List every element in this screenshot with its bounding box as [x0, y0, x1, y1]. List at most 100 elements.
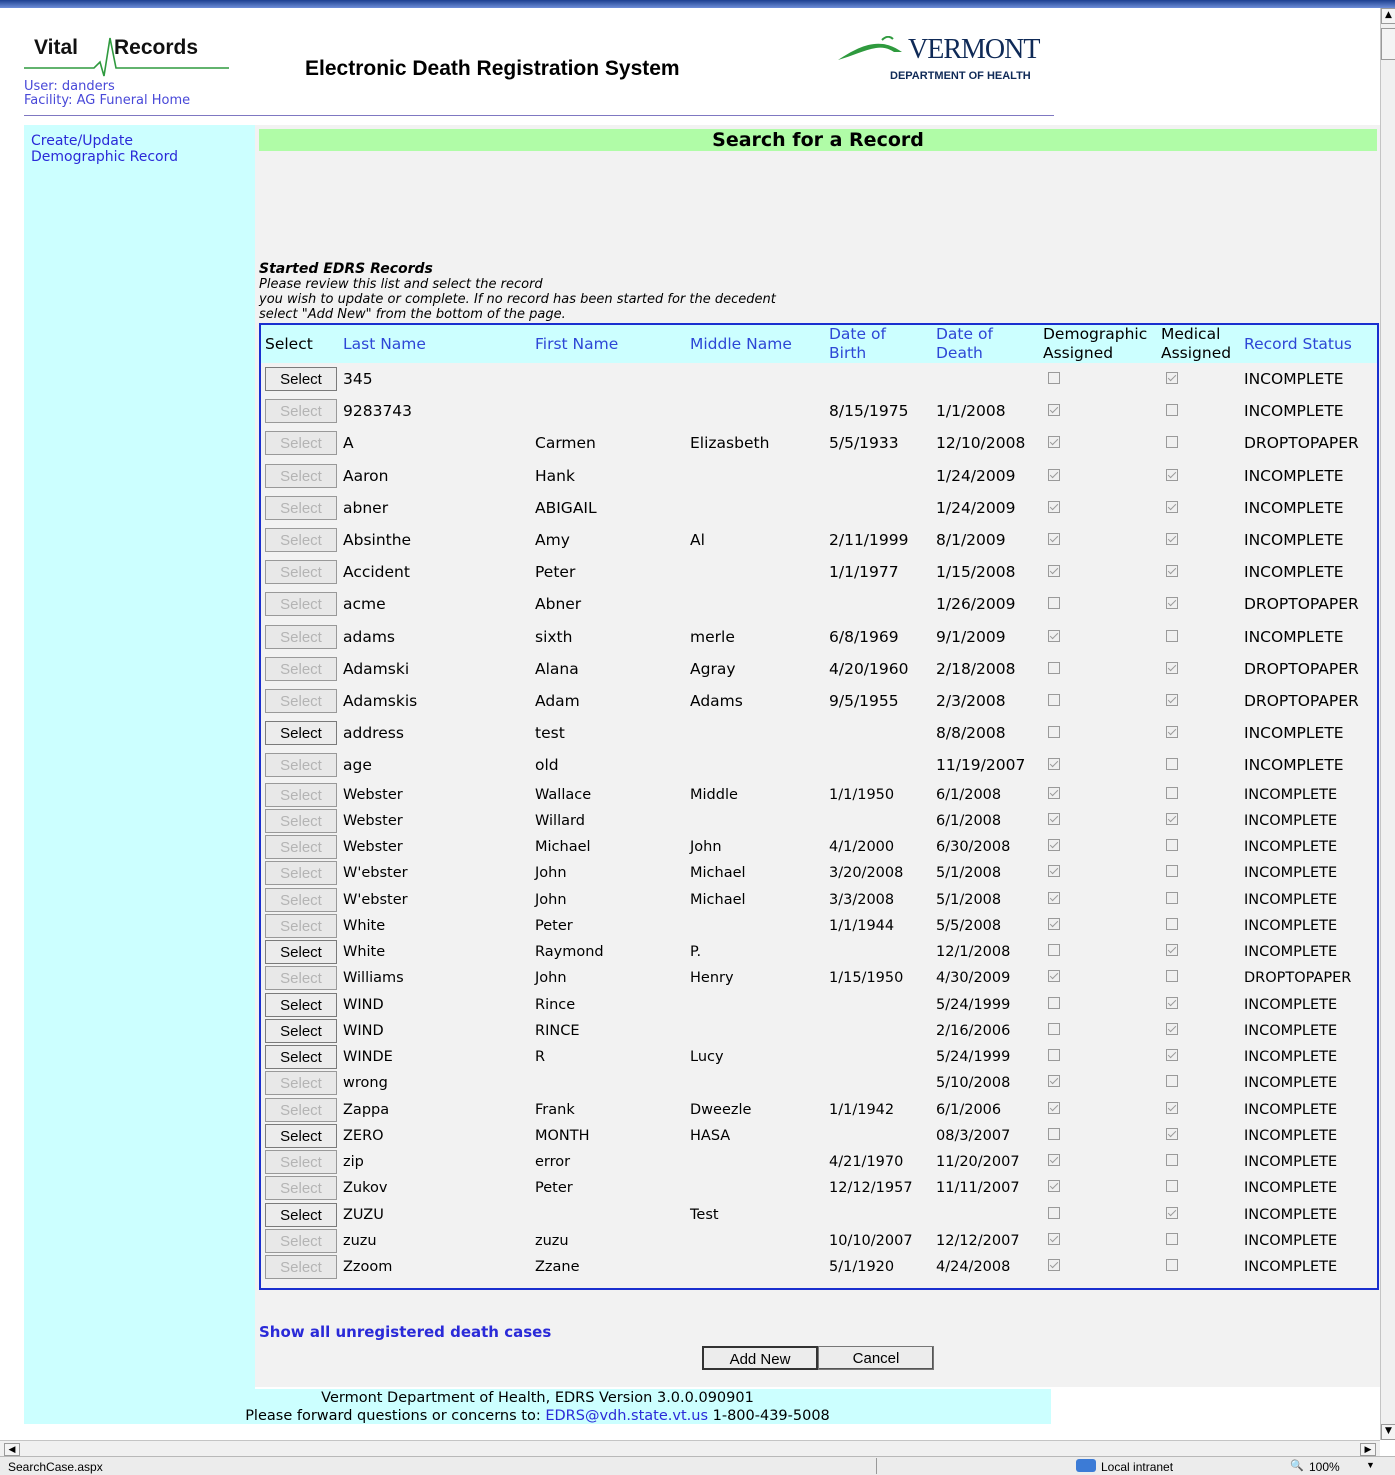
table-row[interactable]: Select W'ebster John Michael 3/3/2008 5/1/200…	[261, 886, 1377, 912]
table-row[interactable]: Select ZERO MONTH HASA 08/3/2007 INCOMPLETE	[261, 1123, 1377, 1149]
cell-record-status: INCOMPLETE	[1244, 370, 1344, 389]
table-row[interactable]: Select Webster Wallace Middle 1/1/1950 6/1/20…	[261, 781, 1377, 807]
cell-select: Select	[261, 427, 339, 459]
cell-demographic-assigned	[1039, 653, 1157, 685]
cell-date-of-death: 6/1/2008	[936, 812, 1002, 829]
table-row[interactable]: Select 345 INCOMPLETE	[261, 363, 1377, 395]
table-row[interactable]: Select W'ebster John Michael 3/20/2008 5/1/20…	[261, 860, 1377, 886]
demographic-assigned-checkbox	[1048, 839, 1060, 852]
cell-medical-assigned	[1157, 556, 1240, 588]
cell-demographic-assigned	[1039, 939, 1157, 965]
demographic-assigned-checkbox	[1048, 1259, 1060, 1272]
table-row[interactable]: Select adams sixth merle 6/8/1969 9/1/2009 INC…	[261, 621, 1377, 653]
select-record-button[interactable]: Select	[265, 721, 337, 746]
scroll-right-icon[interactable]: ▶	[1360, 1443, 1376, 1456]
cell-date-of-death: 5/10/2008	[936, 1075, 1011, 1092]
footer-contact-prefix: Please forward questions or concerns to:	[245, 1408, 541, 1424]
table-row[interactable]: Select White Raymond P. 12/1/2008 INCOMPLETE	[261, 939, 1377, 965]
cell-record-status: INCOMPLETE	[1244, 1232, 1338, 1249]
table-row[interactable]: Select ZUZU Test INCOMPLETE	[261, 1201, 1377, 1227]
scroll-up-icon[interactable]: ▲	[1381, 8, 1395, 24]
cell-record-status: INCOMPLETE	[1244, 839, 1338, 856]
zoom-dropdown-icon[interactable]: ▼	[1366, 1460, 1375, 1470]
table-row[interactable]: Select WIND RINCE 2/16/2006 INCOMPLETE	[261, 1018, 1377, 1044]
table-row[interactable]: Select Accident Peter 1/1/1977 1/15/2008 INCO…	[261, 556, 1377, 588]
table-body: Select 345 INCOMPLETE Select 9283743 8/15/197…	[261, 363, 1377, 1280]
cell-date-of-death: 5/24/1999	[936, 996, 1011, 1013]
table-row[interactable]: Select wrong 5/10/2008 INCOMPLETE	[261, 1070, 1377, 1096]
col-first-name[interactable]: First Name	[531, 325, 686, 363]
select-record-button[interactable]: Select	[265, 367, 337, 392]
status-zoom[interactable]: 100%	[1309, 1460, 1340, 1474]
footer-contact: Please forward questions or concerns to:…	[24, 1407, 1051, 1425]
table-row[interactable]: Select Zappa Frank Dweezle 1/1/1942 6/1/2006 I…	[261, 1096, 1377, 1122]
cell-date-of-birth	[825, 460, 932, 492]
col-record-status[interactable]: Record Status	[1240, 325, 1377, 363]
table-row[interactable]: Select Adamskis Adam Adams 9/5/1955 2/3/2008 D…	[261, 685, 1377, 717]
col-date-of-birth[interactable]: Date of Birth	[825, 325, 932, 363]
cell-demographic-assigned	[1039, 834, 1157, 860]
cell-last-name: Absinthe	[343, 531, 412, 550]
horizontal-scrollbar[interactable]: ◀ ▶	[0, 1440, 1380, 1457]
select-record-button[interactable]: Select	[265, 1045, 337, 1070]
cell-last-name: address	[343, 724, 404, 743]
sidebar-link-create-update[interactable]: Create/Update Demographic Record	[31, 133, 178, 165]
col-first-name-label: First Name	[535, 334, 619, 353]
cell-middle-name: merle	[690, 627, 735, 646]
table-row[interactable]: Select Aaron Hank 1/24/2009 INCOMPLETE	[261, 460, 1377, 492]
zoom-icon[interactable]: 🔍	[1290, 1459, 1304, 1472]
demographic-assigned-checkbox	[1048, 1101, 1060, 1114]
table-row[interactable]: Select Adamski Alana Agray 4/20/1960 2/18/200…	[261, 653, 1377, 685]
table-row[interactable]: Select 9283743 8/15/1975 1/1/2008 INCOMPLETE	[261, 395, 1377, 427]
sidebar-link-line1: Create/Update	[31, 133, 133, 149]
table-row[interactable]: Select abner ABIGAIL 1/24/2009 INCOMPLETE	[261, 492, 1377, 524]
table-row[interactable]: Select zip error 4/21/1970 11/20/2007 INCOMPL…	[261, 1149, 1377, 1175]
scroll-left-icon[interactable]: ◀	[4, 1443, 20, 1456]
show-all-unregistered-link[interactable]: Show all unregistered death cases	[259, 1323, 551, 1341]
table-row[interactable]: Select A Carmen Elizasbeth 5/5/1933 12/10/200…	[261, 427, 1377, 459]
cell-first-name: RINCE	[535, 1022, 580, 1039]
table-row[interactable]: Select acme Abner 1/26/2009 DROPTOPAPER	[261, 588, 1377, 620]
cell-medical-assigned	[1157, 427, 1240, 459]
cell-medical-assigned	[1157, 363, 1240, 395]
cell-last-name: Webster	[343, 812, 403, 829]
table-row[interactable]: Select Zzoom Zzane 5/1/1920 4/24/2008 INCOMPL…	[261, 1254, 1377, 1280]
table-row[interactable]: Select address test 8/8/2008 INCOMPLETE	[261, 717, 1377, 749]
cell-middle-name	[686, 991, 825, 1017]
table-row[interactable]: Select Webster Willard 6/1/2008 INCOMPLETE	[261, 808, 1377, 834]
select-record-button[interactable]: Select	[265, 1018, 337, 1043]
cell-demographic-assigned	[1039, 685, 1157, 717]
select-record-button[interactable]: Select	[265, 1202, 337, 1227]
select-record-button[interactable]: Select	[265, 992, 337, 1017]
table-row[interactable]: Select WIND Rince 5/24/1999 INCOMPLETE	[261, 991, 1377, 1017]
table-row[interactable]: Select Webster Michael John 4/1/2000 6/30/200…	[261, 834, 1377, 860]
table-row[interactable]: Select Williams John Henry 1/15/1950 4/30/200…	[261, 965, 1377, 991]
col-last-name[interactable]: Last Name	[339, 325, 531, 363]
table-row[interactable]: Select zuzu zuzu 10/10/2007 12/12/2007 INCOMP…	[261, 1228, 1377, 1254]
cell-middle-name	[686, 1228, 825, 1254]
cell-first-name: Peter	[535, 563, 576, 582]
cell-date-of-birth: 4/20/1960	[829, 659, 909, 678]
table-row[interactable]: Select age old 11/19/2007 INCOMPLETE	[261, 749, 1377, 781]
table-row[interactable]: Select White Peter 1/1/1944 5/5/2008 INCOMPLE…	[261, 913, 1377, 939]
table-row[interactable]: Select Zukov Peter 12/12/1957 11/11/2007 INCO…	[261, 1175, 1377, 1201]
col-select: Select	[261, 325, 339, 363]
vertical-scrollbar[interactable]: ▲ ▼	[1380, 8, 1395, 1440]
select-record-button[interactable]: Select	[265, 1123, 337, 1148]
table-row[interactable]: Select Absinthe Amy Al 2/11/1999 8/1/2009 INCO…	[261, 524, 1377, 556]
cell-medical-assigned	[1157, 621, 1240, 653]
col-date-of-death[interactable]: Date of Death	[932, 325, 1039, 363]
scroll-thumb[interactable]	[1381, 28, 1395, 60]
cell-first-name: R	[535, 1049, 546, 1066]
medical-assigned-checkbox	[1166, 758, 1178, 771]
cancel-button[interactable]: Cancel	[818, 1346, 934, 1370]
cell-record-status: INCOMPLETE	[1244, 1022, 1338, 1039]
table-row[interactable]: Select WINDE R Lucy 5/24/1999 INCOMPLETE	[261, 1044, 1377, 1070]
demographic-assigned-checkbox	[1048, 970, 1060, 983]
scroll-down-icon[interactable]: ▼	[1381, 1424, 1395, 1440]
select-record-button[interactable]: Select	[265, 940, 337, 965]
add-new-button[interactable]: Add New	[702, 1346, 818, 1370]
footer-email-link[interactable]: EDRS@vdh.state.vt.us	[545, 1408, 708, 1424]
col-middle-name[interactable]: Middle Name	[686, 325, 825, 363]
cell-record-status: DROPTOPAPER	[1244, 659, 1359, 678]
